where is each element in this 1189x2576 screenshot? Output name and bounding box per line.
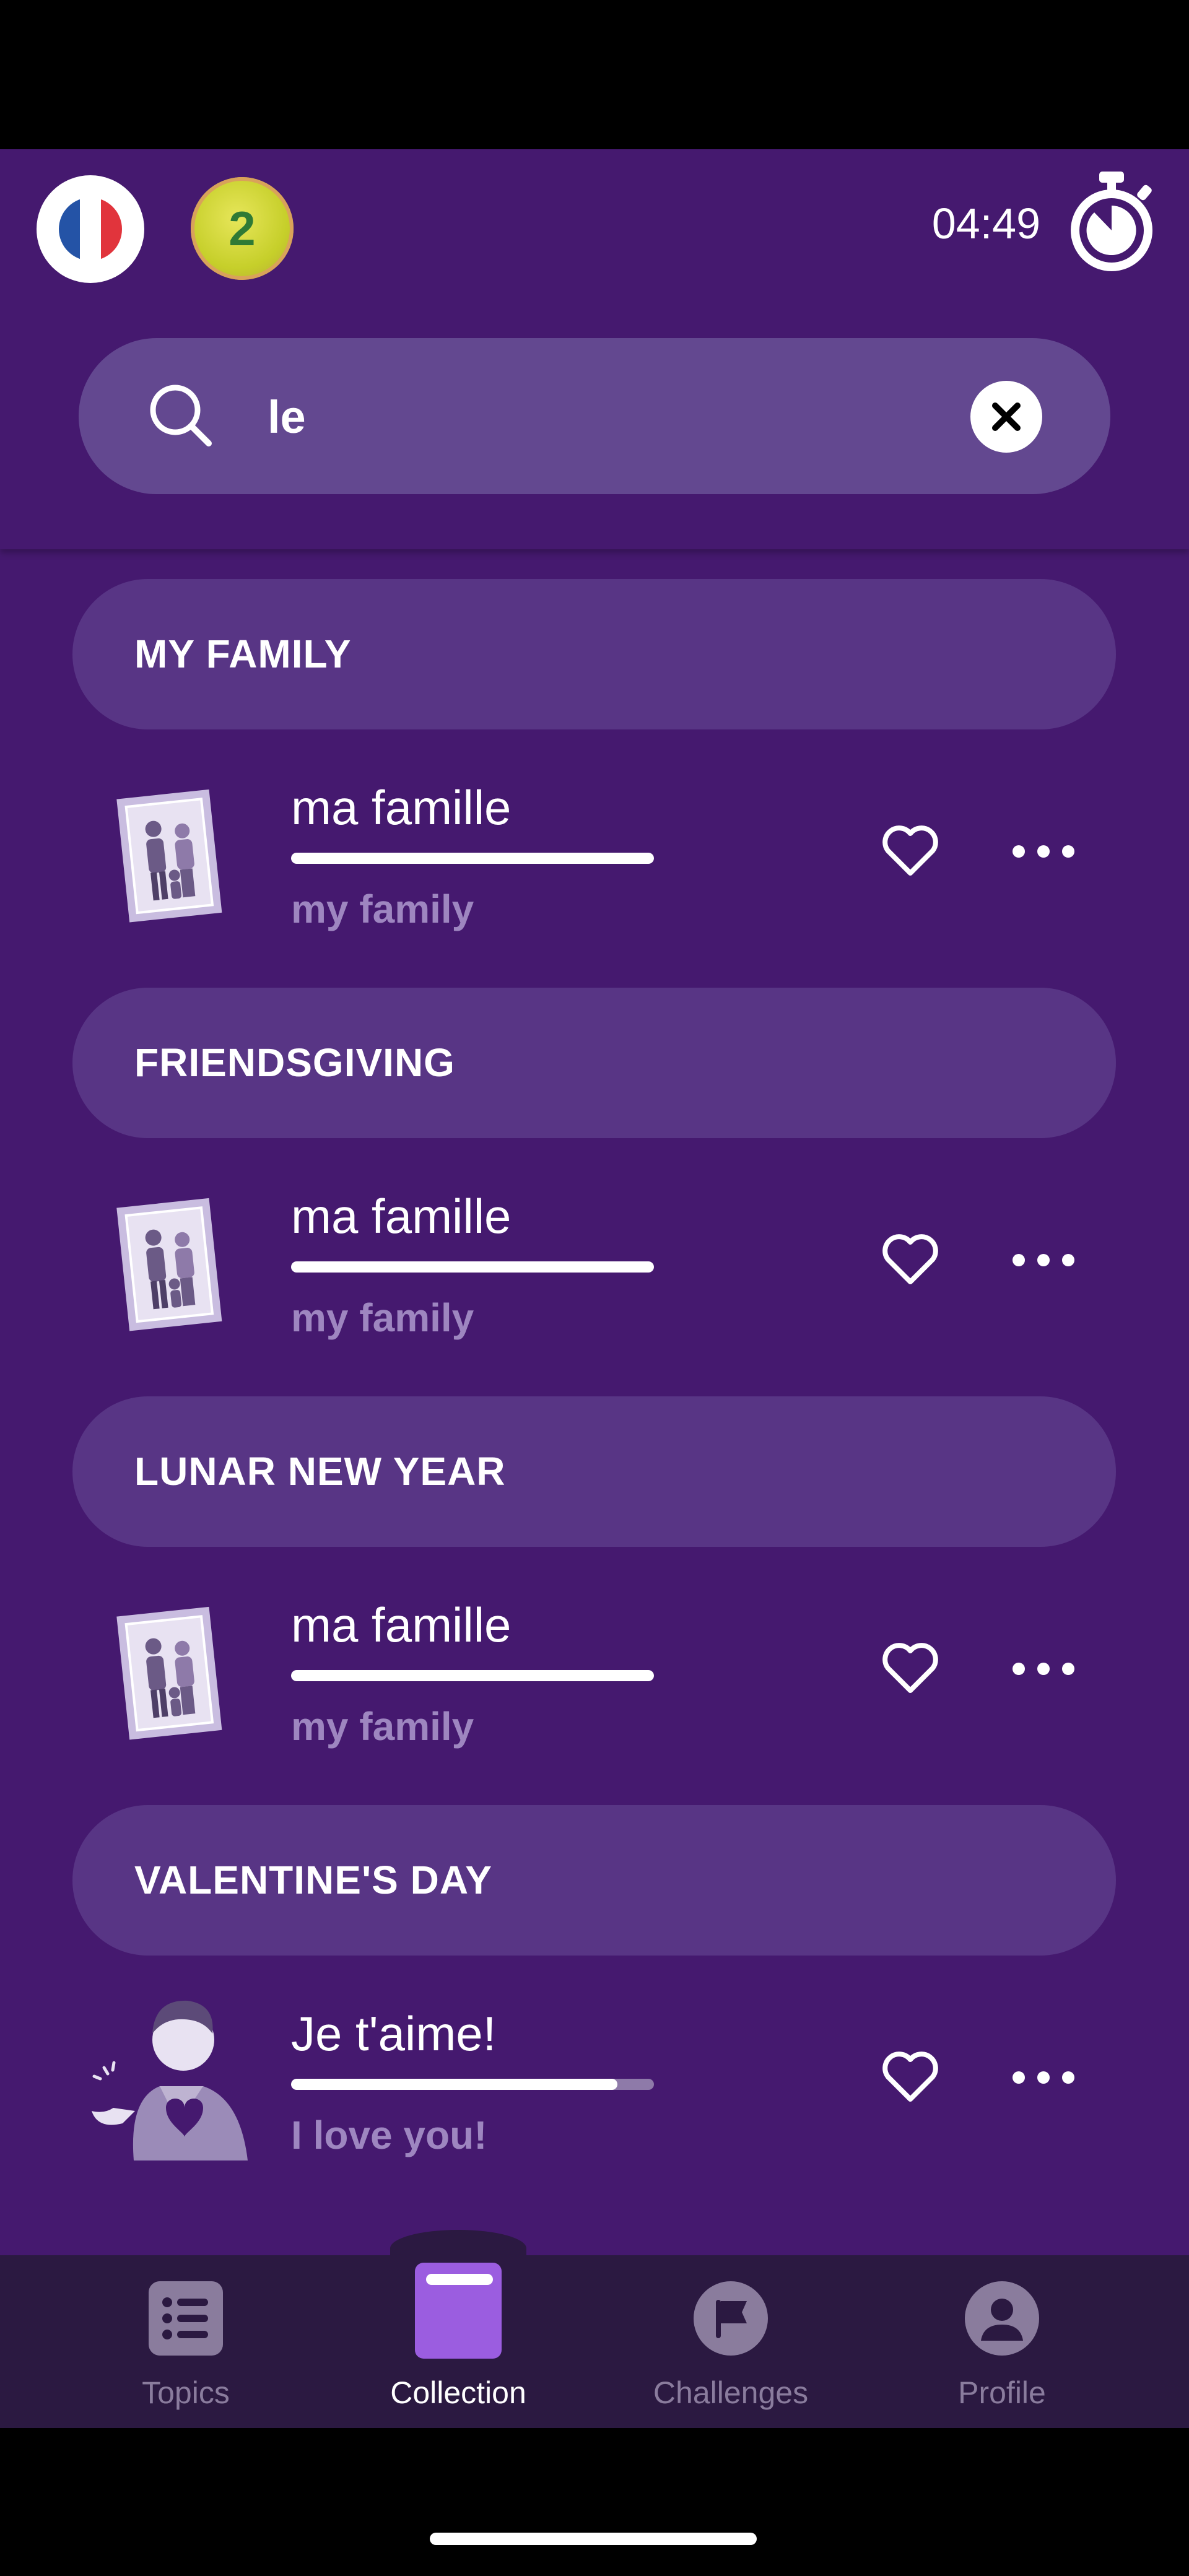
item-word: Je t'aime! xyxy=(291,2006,497,2061)
progress-fill xyxy=(291,853,654,864)
progress-bar xyxy=(291,2079,654,2090)
level-badge[interactable]: 2 xyxy=(191,177,294,280)
nav-tab-collection[interactable]: Collection xyxy=(322,2255,594,2428)
item-translation: my family xyxy=(291,1704,474,1749)
progress-fill xyxy=(291,1261,654,1273)
family-portrait-icon xyxy=(116,789,222,923)
progress-bar xyxy=(291,1261,654,1273)
progress-fill xyxy=(291,2079,618,2090)
bottom-navigation: Topics Collection Challenges Profile xyxy=(0,2255,1189,2428)
person-icon xyxy=(965,2281,1039,2356)
nav-tab-challenges[interactable]: Challenges xyxy=(594,2255,867,2428)
nav-label: Challenges xyxy=(653,2375,809,2410)
list-item[interactable]: ma famille my family xyxy=(0,736,1189,996)
flag-icon xyxy=(694,2281,768,2356)
item-word: ma famille xyxy=(291,1189,512,1243)
section-title: VALENTINE'S DAY xyxy=(134,1858,492,1902)
app-screen: 2 04:49 le MY FAMILY ma famille my famil… xyxy=(0,149,1189,2428)
status-bar xyxy=(0,0,1189,149)
progress-bar xyxy=(291,1670,654,1681)
nav-label: Topics xyxy=(142,2375,230,2410)
progress-bar xyxy=(291,853,654,864)
more-options-icon[interactable] xyxy=(1009,1249,1078,1271)
item-translation: my family xyxy=(291,887,474,931)
family-portrait-icon xyxy=(116,1198,222,1331)
section-header: FRIENDSGIVING xyxy=(72,988,1116,1138)
heart-icon[interactable] xyxy=(879,1229,941,1290)
section-title: FRIENDSGIVING xyxy=(134,1040,455,1085)
nav-tab-topics[interactable]: Topics xyxy=(50,2255,322,2428)
nav-label: Profile xyxy=(958,2375,1046,2410)
nav-tab-profile[interactable]: Profile xyxy=(866,2255,1138,2428)
section-title: MY FAMILY xyxy=(134,632,352,676)
stopwatch-icon[interactable] xyxy=(1065,172,1158,277)
more-options-icon[interactable] xyxy=(1009,1658,1078,1680)
more-options-icon[interactable] xyxy=(1009,2066,1078,2089)
french-flag-icon xyxy=(59,198,122,261)
more-options-icon[interactable] xyxy=(1009,840,1078,863)
nav-label: Collection xyxy=(390,2375,526,2410)
search-icon xyxy=(150,385,212,446)
progress-fill xyxy=(291,1670,654,1681)
list-item[interactable]: ma famille my family xyxy=(0,1554,1189,1814)
section-header: VALENTINE'S DAY xyxy=(72,1805,1116,1956)
section-header: MY FAMILY xyxy=(72,579,1116,729)
item-word: ma famille xyxy=(291,780,512,835)
item-word: ma famille xyxy=(291,1598,512,1652)
heart-icon[interactable] xyxy=(879,1637,941,1699)
book-icon xyxy=(415,2263,502,2359)
section-title: LUNAR NEW YEAR xyxy=(134,1449,506,1494)
level-badge-value: 2 xyxy=(229,201,256,256)
item-translation: I love you! xyxy=(291,2113,487,2157)
clear-search-button[interactable] xyxy=(970,381,1042,453)
search-input[interactable]: le xyxy=(268,391,306,443)
list-item[interactable]: ma famille my family xyxy=(0,1145,1189,1405)
home-indicator[interactable] xyxy=(430,2533,757,2545)
family-portrait-icon xyxy=(116,1606,222,1740)
person-holding-heart-icon xyxy=(92,2000,248,2160)
section-header: LUNAR NEW YEAR xyxy=(72,1396,1116,1547)
heart-icon[interactable] xyxy=(879,820,941,882)
header: 2 04:49 le xyxy=(0,149,1189,549)
language-flag-button[interactable] xyxy=(37,175,144,283)
heart-icon[interactable] xyxy=(879,2046,941,2108)
list-icon xyxy=(149,2281,223,2356)
item-translation: my family xyxy=(291,1295,474,1340)
list-item[interactable]: Je t'aime! I love you! xyxy=(0,1962,1189,2222)
search-bar[interactable]: le xyxy=(79,338,1110,494)
timer-display: 04:49 xyxy=(931,199,1040,248)
close-icon xyxy=(992,402,1021,431)
